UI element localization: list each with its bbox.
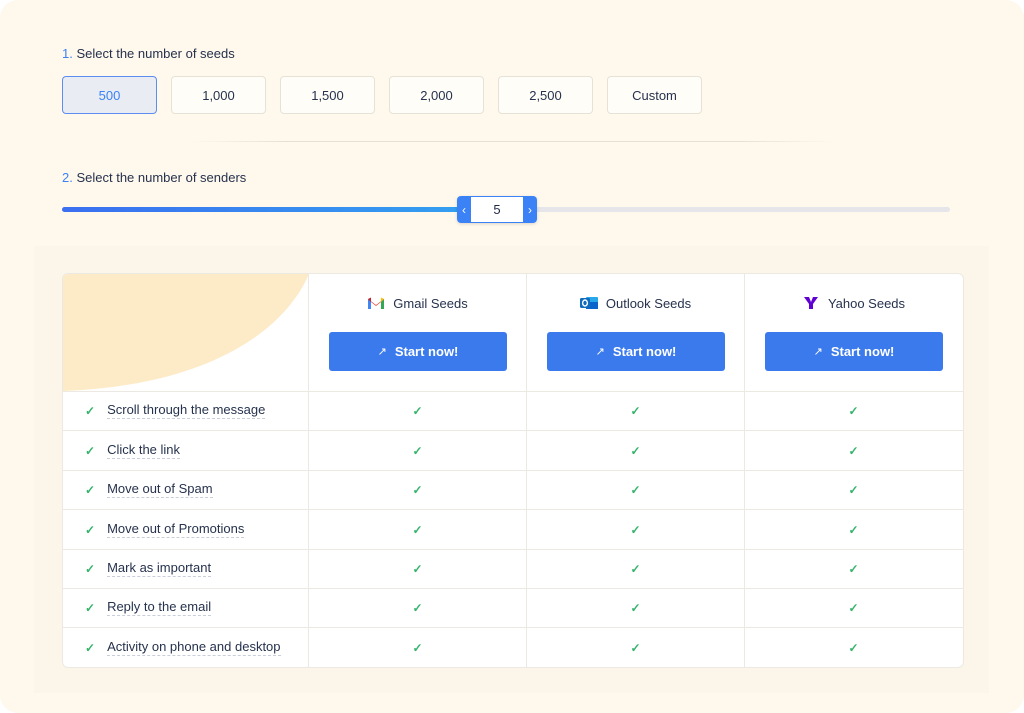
feature-label: ✓ Move out of Promotions (85, 510, 245, 549)
table-row: ✓ Move out of Promotions ✓ ✓ ✓ (63, 510, 963, 549)
feature-label: ✓ Scroll through the message (85, 391, 266, 430)
step-1-text: Select the number of seeds (76, 46, 235, 61)
provider-outlook-title: Outlook Seeds (527, 294, 744, 312)
seed-option-2500[interactable]: 2,500 (498, 76, 593, 114)
check-icon: ✓ (848, 640, 859, 655)
feature-text[interactable]: Click the link (107, 442, 181, 459)
seed-option-2000[interactable]: 2,000 (389, 76, 484, 114)
feature-text[interactable]: Reply to the email (107, 599, 212, 616)
provider-gmail: Gmail Seeds ↗ Start now! (309, 274, 526, 391)
feature-text[interactable]: Activity on phone and desktop (107, 639, 281, 656)
check-icon: ✓ (412, 600, 423, 615)
check-icon: ✓ (630, 482, 641, 497)
check-icon: ✓ (848, 443, 859, 458)
yahoo-start-label: Start now! (830, 344, 895, 359)
check-icon: ✓ (630, 640, 641, 655)
check-icon: ✓ (630, 600, 641, 615)
provider-yahoo: Yahoo Seeds ↗ Start now! (745, 274, 962, 391)
step-2-label: 2. Select the number of senders (62, 170, 246, 185)
provider-outlook-name: Outlook Seeds (605, 295, 692, 311)
gmail-icon (367, 294, 385, 312)
check-icon: ✓ (85, 443, 96, 458)
table-row: ✓ Reply to the email ✓ ✓ ✓ (63, 588, 963, 627)
provider-outlook: Outlook Seeds ↗ Start now! (527, 274, 744, 391)
check-icon: ✓ (412, 640, 423, 655)
check-icon: ✓ (85, 522, 96, 537)
feature-label: ✓ Mark as important (85, 549, 212, 588)
check-icon: ✓ (412, 403, 423, 418)
feature-text[interactable]: Move out of Promotions (107, 521, 245, 538)
provider-gmail-name: Gmail Seeds (393, 295, 468, 311)
provider-yahoo-name: Yahoo Seeds (827, 295, 906, 311)
step-2-text: Select the number of senders (76, 170, 247, 185)
feature-text[interactable]: Mark as important (107, 560, 212, 577)
check-icon: ✓ (412, 482, 423, 497)
check-icon: ✓ (848, 561, 859, 576)
check-icon: ✓ (848, 403, 859, 418)
check-icon: ✓ (85, 482, 96, 497)
check-icon: ✓ (630, 403, 641, 418)
feature-label: ✓ Reply to the email (85, 588, 212, 627)
seed-option-1500[interactable]: 1,500 (280, 76, 375, 114)
feature-text[interactable]: Scroll through the message (107, 402, 266, 419)
gmail-start-button[interactable]: ↗ Start now! (329, 332, 507, 371)
check-icon: ✓ (630, 443, 641, 458)
arrow-up-right-icon: ↗ (813, 346, 823, 358)
feature-label: ✓ Activity on phone and desktop (85, 628, 281, 667)
yahoo-icon (802, 294, 820, 312)
comparison-table: Gmail Seeds ↗ Start now! Outlook Seeds ↗… (62, 273, 964, 668)
yahoo-start-button[interactable]: ↗ Start now! (765, 332, 943, 371)
feature-label: ✓ Click the link (85, 431, 181, 470)
outlook-start-label: Start now! (612, 344, 677, 359)
step-1-number: 1. (62, 46, 73, 61)
table-row: ✓ Scroll through the message ✓ ✓ ✓ (63, 391, 963, 430)
check-icon: ✓ (85, 640, 96, 655)
check-icon: ✓ (85, 403, 96, 418)
senders-slider-handle[interactable]: ‹ 5 › (457, 196, 537, 223)
chevron-left-icon[interactable]: ‹ (457, 196, 471, 223)
outlook-start-button[interactable]: ↗ Start now! (547, 332, 725, 371)
step-1-label: 1. Select the number of seeds (62, 46, 235, 61)
seed-options: 500 1,000 1,500 2,000 2,500 Custom (62, 76, 702, 114)
seed-option-500[interactable]: 500 (62, 76, 157, 114)
senders-value: 5 (471, 196, 523, 223)
section-divider (190, 141, 834, 142)
feature-text[interactable]: Move out of Spam (107, 481, 213, 498)
check-icon: ✓ (848, 482, 859, 497)
check-icon: ✓ (848, 600, 859, 615)
table-row: ✓ Click the link ✓ ✓ ✓ (63, 431, 963, 470)
check-icon: ✓ (412, 443, 423, 458)
provider-gmail-title: Gmail Seeds (309, 294, 526, 312)
table-row: ✓ Mark as important ✓ ✓ ✓ (63, 549, 963, 588)
outlook-icon (579, 294, 598, 312)
check-icon: ✓ (630, 522, 641, 537)
chevron-right-icon[interactable]: › (523, 196, 537, 223)
gmail-start-label: Start now! (394, 344, 459, 359)
check-icon: ✓ (85, 561, 96, 576)
table-row: ✓ Move out of Spam ✓ ✓ ✓ (63, 470, 963, 509)
senders-slider-fill (62, 207, 497, 212)
check-icon: ✓ (85, 600, 96, 615)
step-2-number: 2. (62, 170, 73, 185)
feature-label: ✓ Move out of Spam (85, 470, 213, 509)
pricing-configurator: 1. Select the number of seeds 500 1,000 … (0, 0, 1024, 713)
provider-yahoo-title: Yahoo Seeds (745, 294, 962, 312)
check-icon: ✓ (630, 561, 641, 576)
arrow-up-right-icon: ↗ (377, 346, 387, 358)
corner-decoration (63, 274, 309, 391)
table-row: ✓ Activity on phone and desktop ✓ ✓ ✓ (63, 628, 963, 667)
seed-option-custom[interactable]: Custom (607, 76, 702, 114)
seed-option-1000[interactable]: 1,000 (171, 76, 266, 114)
check-icon: ✓ (412, 561, 423, 576)
check-icon: ✓ (848, 522, 859, 537)
check-icon: ✓ (412, 522, 423, 537)
arrow-up-right-icon: ↗ (595, 346, 605, 358)
